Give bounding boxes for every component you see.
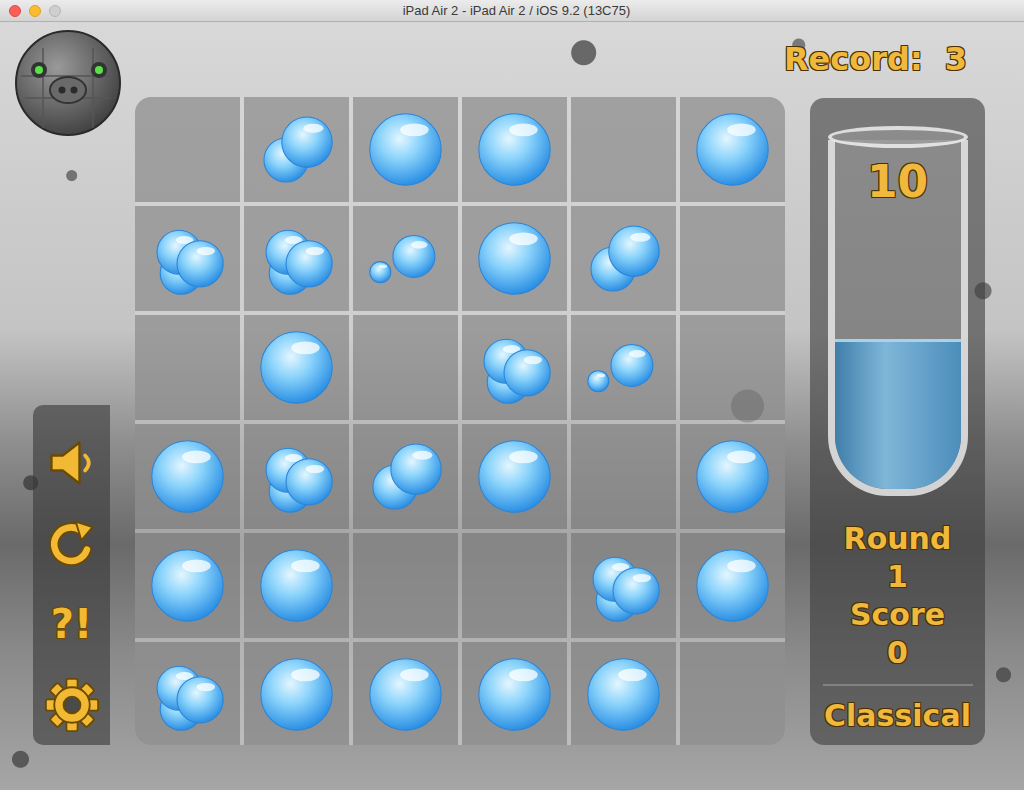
board-cell[interactable] <box>462 206 567 311</box>
window-title: iPad Air 2 - iPad Air 2 / iOS 9.2 (13C75… <box>79 3 1024 18</box>
board-cell[interactable] <box>462 533 567 638</box>
board-cell[interactable] <box>571 533 676 638</box>
cluster-drop-icon <box>244 206 349 311</box>
big-drop-icon <box>680 533 785 638</box>
cluster-drop-icon <box>135 206 240 311</box>
big-drop-icon <box>680 424 785 529</box>
small-drop-icon <box>353 206 458 311</box>
double-drop-icon <box>353 424 458 529</box>
test-tube-meter: 10 <box>828 126 968 496</box>
big-drop-icon <box>462 97 567 202</box>
board-cell[interactable] <box>680 642 785 745</box>
big-drop-icon <box>462 424 567 529</box>
board-cell[interactable] <box>680 424 785 529</box>
big-drop-icon <box>135 424 240 529</box>
board-cell[interactable] <box>135 315 240 420</box>
board-cell[interactable] <box>571 97 676 202</box>
cluster-drop-icon <box>135 642 240 745</box>
board-cell[interactable] <box>353 206 458 311</box>
stat-value: 1 <box>887 558 908 596</box>
minimize-button[interactable] <box>29 5 41 17</box>
big-drop-icon <box>680 97 785 202</box>
water-fill <box>835 339 961 489</box>
board-cell[interactable] <box>353 97 458 202</box>
death-star-pig-icon[interactable] <box>13 28 123 138</box>
board-cell[interactable] <box>135 97 240 202</box>
board-cell[interactable] <box>244 642 349 745</box>
game-screen: ?! Record:3 10 Round1Score0 Classical <box>0 22 1024 790</box>
board-cell[interactable] <box>353 533 458 638</box>
board-cell[interactable] <box>353 642 458 745</box>
cluster-drop-icon <box>462 315 567 420</box>
big-drop-icon <box>571 642 676 745</box>
record-label: Record:3 <box>810 38 985 80</box>
board-cell[interactable] <box>571 642 676 745</box>
board-cell[interactable] <box>244 315 349 420</box>
restart-icon[interactable] <box>44 516 100 572</box>
board-cell[interactable] <box>135 424 240 529</box>
board-cell[interactable] <box>244 206 349 311</box>
big-drop-icon <box>244 642 349 745</box>
big-drop-icon <box>244 315 349 420</box>
double-drop-icon <box>244 97 349 202</box>
big-drop-icon <box>353 642 458 745</box>
game-board <box>135 97 785 745</box>
board-cell[interactable] <box>135 533 240 638</box>
board-cell[interactable] <box>353 315 458 420</box>
gear-icon[interactable] <box>44 677 100 733</box>
stat-label: Score <box>850 596 945 634</box>
big-drop-icon <box>353 97 458 202</box>
board-cell[interactable] <box>462 424 567 529</box>
close-button[interactable] <box>9 5 21 17</box>
big-drop-icon <box>244 533 349 638</box>
board-cell[interactable] <box>462 97 567 202</box>
stat-label: Round <box>844 520 952 558</box>
small-drop-icon <box>571 315 676 420</box>
board-cell[interactable] <box>244 97 349 202</box>
help-button[interactable]: ?! <box>44 596 100 652</box>
board-cell[interactable] <box>680 315 785 420</box>
board-cell[interactable] <box>135 642 240 745</box>
speaker-icon[interactable] <box>44 435 100 491</box>
big-drop-icon <box>135 533 240 638</box>
cluster-drop-icon <box>244 424 349 529</box>
board-cell[interactable] <box>680 533 785 638</box>
big-drop-icon <box>462 642 567 745</box>
board-cell[interactable] <box>571 206 676 311</box>
board-cell[interactable] <box>680 206 785 311</box>
stat-value: 0 <box>887 634 908 672</box>
cluster-drop-icon <box>571 533 676 638</box>
board-cell[interactable] <box>244 533 349 638</box>
double-drop-icon <box>571 206 676 311</box>
big-drop-icon <box>462 206 567 311</box>
drops-count: 10 <box>828 156 968 208</box>
board-cell[interactable] <box>135 206 240 311</box>
board-cell[interactable] <box>571 424 676 529</box>
board-cell[interactable] <box>462 642 567 745</box>
board-cell[interactable] <box>353 424 458 529</box>
toolbar: ?! <box>33 405 110 745</box>
title-bar: iPad Air 2 - iPad Air 2 / iOS 9.2 (13C75… <box>0 0 1024 22</box>
board-cell[interactable] <box>462 315 567 420</box>
status-panel: 10 Round1Score0 Classical <box>810 98 985 745</box>
board-cell[interactable] <box>244 424 349 529</box>
mode-button[interactable]: Classical <box>824 694 971 738</box>
simulator-window: iPad Air 2 - iPad Air 2 / iOS 9.2 (13C75… <box>0 0 1024 790</box>
board-cell[interactable] <box>571 315 676 420</box>
zoom-button[interactable] <box>49 5 61 17</box>
board-cell[interactable] <box>680 97 785 202</box>
